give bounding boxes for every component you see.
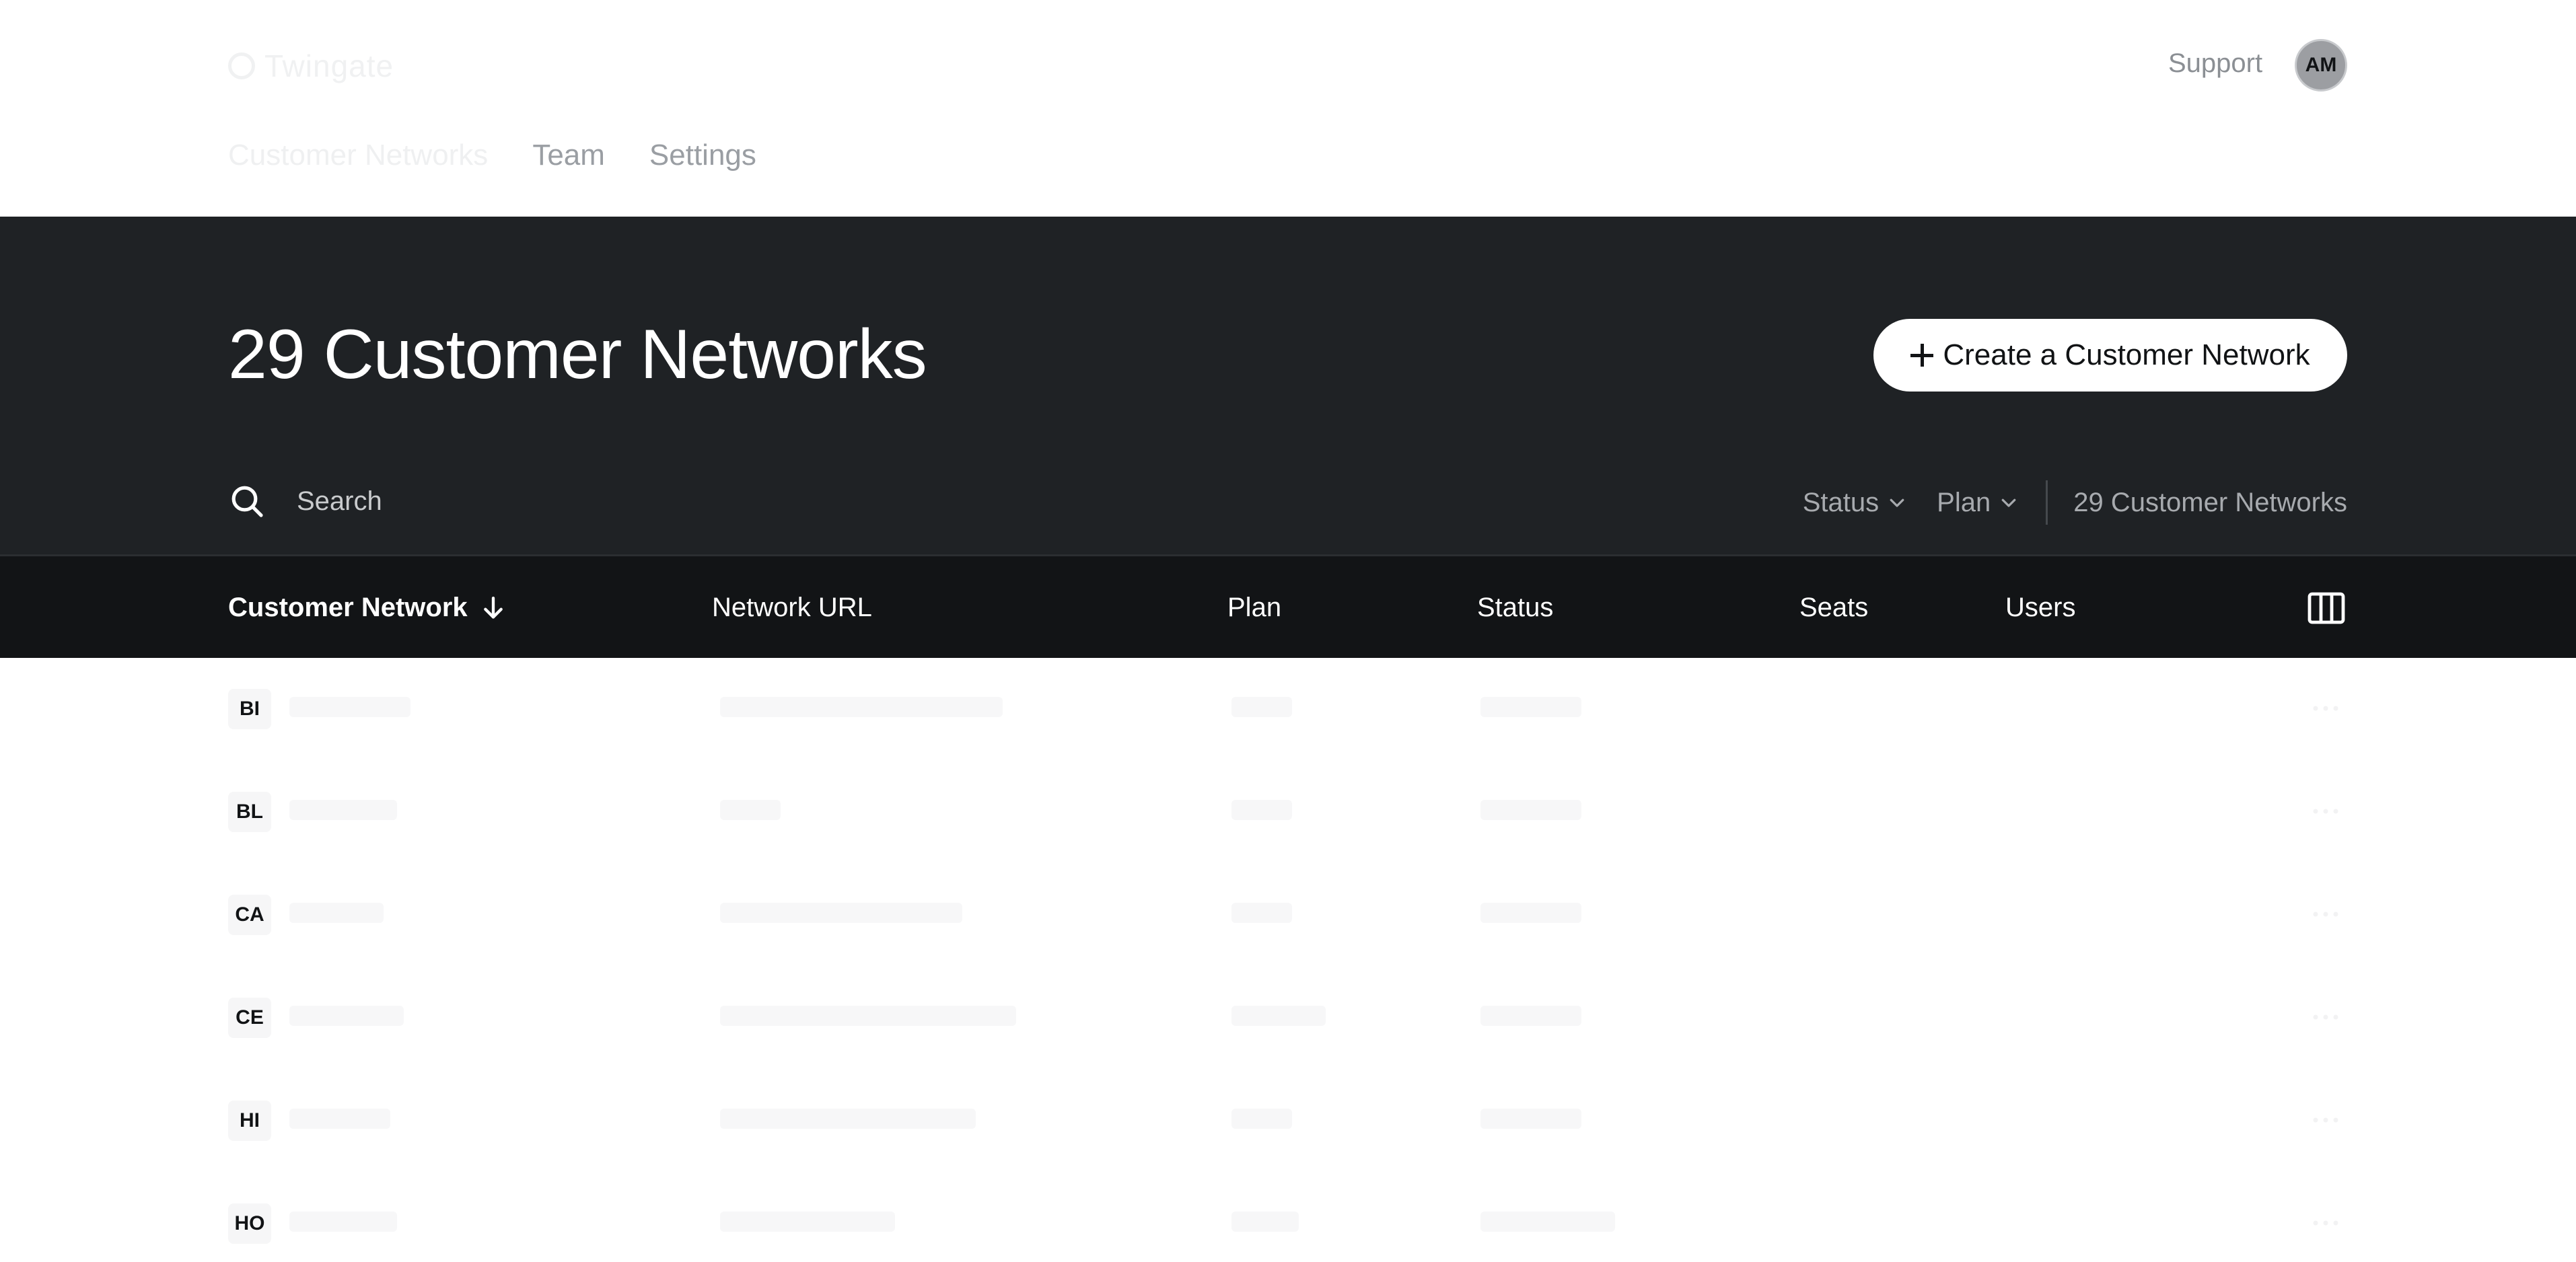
status-cell	[1480, 800, 1581, 820]
nav-item-team[interactable]: Team	[532, 139, 605, 172]
network-initials-badge: BI	[228, 689, 271, 729]
column-header-label: Customer Network	[228, 593, 468, 622]
more-options-icon[interactable]	[2312, 808, 2339, 815]
column-header-network-url[interactable]: Network URL	[712, 593, 872, 623]
network-url-cell[interactable]	[720, 1006, 1016, 1026]
result-count: 29 Customer Networks	[2073, 487, 2347, 517]
network-url-cell[interactable]	[720, 903, 962, 923]
more-options-icon[interactable]	[2312, 1117, 2339, 1123]
network-url-cell[interactable]	[720, 800, 781, 820]
table-row[interactable]: BL	[0, 761, 2576, 864]
search-input[interactable]	[297, 486, 768, 517]
search-icon	[231, 486, 263, 517]
more-options-icon[interactable]	[2312, 911, 2339, 918]
status-cell	[1480, 1006, 1581, 1026]
plan-cell	[1231, 800, 1292, 820]
plan-cell	[1231, 903, 1292, 923]
network-name-cell	[289, 697, 410, 717]
table-row[interactable]: CE	[0, 967, 2576, 1070]
network-name-cell	[289, 1006, 404, 1026]
table-row[interactable]: HO	[0, 1173, 2576, 1262]
status-filter-label: Status	[1802, 487, 1880, 517]
plan-cell	[1231, 697, 1292, 717]
logo-mark-icon	[228, 52, 255, 79]
logo[interactable]: Twingate	[228, 44, 394, 87]
table-row[interactable]: BI	[0, 658, 2576, 761]
column-header-users[interactable]: Users	[2005, 593, 2075, 623]
plus-icon	[1910, 344, 1934, 367]
page-title: 29 Customer Networks	[228, 316, 927, 394]
column-header-status[interactable]: Status	[1477, 593, 1553, 623]
more-options-icon[interactable]	[2312, 1014, 2339, 1020]
column-header-customer-network[interactable]: Customer Network	[228, 593, 505, 623]
table-header: Customer Network Network URL Plan Status…	[0, 554, 2576, 658]
network-name-cell	[289, 1212, 397, 1232]
more-options-icon[interactable]	[2312, 1220, 2339, 1226]
nav-item-customer-networks[interactable]: Customer Networks	[228, 139, 488, 172]
create-customer-network-button[interactable]: Create a Customer Network	[1873, 319, 2347, 392]
filter-bar: Status Plan 29 Customer Networks	[1803, 480, 2347, 525]
network-initials-badge: CE	[228, 998, 271, 1038]
plan-cell	[1231, 1212, 1299, 1232]
network-initials-badge: HO	[228, 1203, 271, 1244]
table-row[interactable]: CA	[0, 864, 2576, 967]
status-cell	[1480, 1212, 1615, 1232]
network-name-cell	[289, 903, 384, 923]
network-url-cell[interactable]	[720, 697, 1003, 717]
main-nav: Customer Networks Team Settings	[228, 139, 756, 172]
table-body: BI BL CA CE HI HO	[0, 658, 2576, 1262]
chevron-down-icon	[2001, 498, 2016, 507]
logo-text: Twingate	[264, 48, 394, 83]
network-name-cell	[289, 800, 397, 820]
status-cell	[1480, 903, 1581, 923]
plan-cell	[1231, 1109, 1292, 1129]
plan-cell	[1231, 1006, 1326, 1026]
network-url-cell[interactable]	[720, 1109, 976, 1129]
status-cell	[1480, 697, 1581, 717]
status-cell	[1480, 1109, 1581, 1129]
network-url-cell[interactable]	[720, 1212, 895, 1232]
support-link[interactable]: Support	[2168, 48, 2262, 79]
plan-filter-label: Plan	[1937, 487, 1991, 517]
columns-icon[interactable]	[2307, 591, 2346, 625]
page-hero: 29 Customer Networks Create a Customer N…	[0, 217, 2576, 554]
network-initials-badge: BL	[228, 792, 271, 832]
nav-item-settings[interactable]: Settings	[649, 139, 756, 172]
top-bar: Twingate Support AM Customer Networks Te…	[0, 0, 2576, 217]
plan-filter[interactable]: Plan	[1937, 488, 2019, 518]
network-name-cell	[289, 1109, 390, 1129]
column-header-plan[interactable]: Plan	[1227, 593, 1281, 623]
table-row[interactable]: HI	[0, 1070, 2576, 1173]
status-filter[interactable]: Status	[1803, 488, 1907, 518]
column-header-seats[interactable]: Seats	[1799, 593, 1868, 623]
network-initials-badge: HI	[228, 1101, 271, 1141]
chevron-down-icon	[1890, 498, 1904, 507]
create-button-label: Create a Customer Network	[1943, 338, 2310, 371]
network-initials-badge: CA	[228, 895, 271, 935]
more-options-icon[interactable]	[2312, 705, 2339, 712]
avatar[interactable]: AM	[2295, 39, 2347, 91]
search-bar	[228, 478, 768, 525]
sort-arrow-down-icon	[483, 596, 503, 618]
filter-divider	[2046, 480, 2048, 525]
